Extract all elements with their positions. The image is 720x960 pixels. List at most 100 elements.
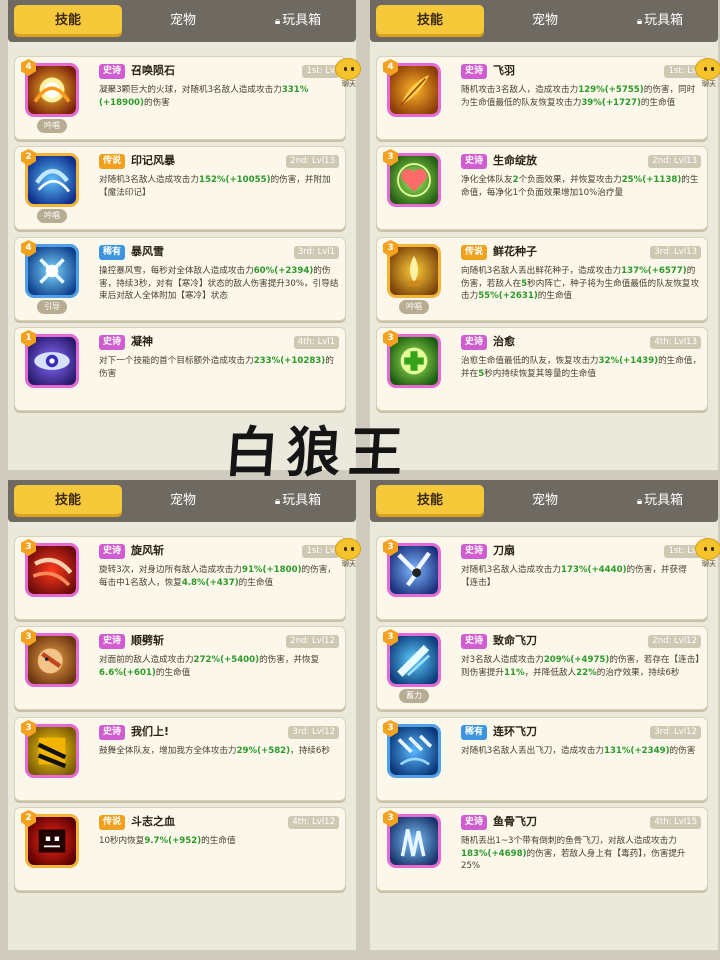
chat-button[interactable]: 聊天 — [335, 58, 361, 88]
tab-pets[interactable]: 宠物 — [490, 485, 600, 517]
tab-pets[interactable]: 宠物 — [128, 5, 238, 37]
skill-name: 鲜花种子 — [493, 245, 537, 258]
stat-value: 91%(+1800) — [241, 565, 302, 575]
stat-value: 25%(+1138) — [621, 175, 682, 185]
skill-name: 召唤陨石 — [131, 64, 175, 77]
stat-value: 39%(+1727) — [581, 97, 641, 108]
rarity-badge: 传说 — [461, 245, 488, 260]
skill-card[interactable]: 3 吟唱 传说 鲜花种子 3rd: Lvl13 向随机3名敌人丢出鲜花种子，造成攻击力13… — [376, 237, 708, 321]
skill-description: 向随机3名敌人丢出鲜花种子，造成攻击力137%(+6577)的伤害，若敌人在5秒… — [461, 265, 703, 303]
description-text: ，持续6秒 — [290, 746, 330, 756]
description-text: 对下一个技能的首个目标额外造成攻击力 — [99, 356, 254, 366]
tab-pets[interactable]: 宠物 — [128, 485, 238, 517]
skill-slot-level: 4th: Lvl13 — [650, 336, 701, 349]
stat-value: 6.6%(+601) — [99, 667, 156, 678]
skill-slot-level: 1st: Lv — [302, 545, 339, 558]
stat-value: 22% — [576, 667, 597, 678]
chat-eye — [704, 67, 707, 71]
skill-card[interactable]: 4 引导 稀有 暴风雪 3rd: Lvl1 操控暴风雪，每秒对全体敌人造成攻击力60%(+… — [14, 237, 346, 321]
skill-description: 对随机3名敌人丢出飞刀，造成攻击力131%(+2349)的伤害 — [461, 745, 703, 758]
tab-toybox[interactable]: 🔒︎ 玩具箱 — [606, 485, 714, 517]
chat-face-icon — [335, 538, 361, 560]
cast-type-tag: 引导 — [37, 300, 67, 314]
skill-card[interactable]: 4 史诗 飞羽 1st: Lv 随机攻击3名敌人，造成攻击力129%(+5755)的伤害… — [376, 56, 708, 140]
chat-button[interactable]: 聊天 — [695, 538, 720, 568]
chat-button[interactable]: 聊天 — [335, 538, 361, 568]
description-text: 的生命值 — [640, 97, 676, 108]
skill-description: 对随机3名敌人造成攻击力173%(+4440)的伤害，并获得【连击】 — [461, 564, 703, 589]
stat-value: 131%(+2349) — [603, 746, 670, 756]
tab-toybox-label: 玩具箱 — [644, 493, 684, 508]
chat-button[interactable]: 聊天 — [695, 58, 720, 88]
description-text: 对随机3名敌人造成攻击力 — [99, 175, 199, 185]
tab-bar: 技能 宠物 🔒︎ 玩具箱 — [370, 480, 718, 522]
skill-card[interactable]: 2 吟唱 传说 印记风暴 2nd: Lvl13 对随机3名敌人造成攻击力152%(+100… — [14, 146, 346, 230]
skill-card[interactable]: 3 史诗 鱼骨飞刀 4th: Lvl15 随机丢出1~3个带有倒刺的鱼骨飞刀，对敌人造成… — [376, 807, 708, 891]
skill-card[interactable]: 3 史诗 旋风斩 1st: Lv 旋转3次，对身边所有敌人造成攻击力91%(+1800)… — [14, 536, 346, 620]
skill-name: 刀扇 — [493, 544, 515, 557]
rarity-badge: 史诗 — [461, 634, 488, 649]
skill-card[interactable]: 3 史诗 我们上! 3rd: Lvl12 鼓舞全体队友，增加我方全体攻击力29%(+58… — [14, 717, 346, 801]
skill-description: 操控暴风雪，每秒对全体敌人造成攻击力60%(+2394)的伤害，持续3秒，对有【… — [99, 265, 341, 303]
tab-skills[interactable]: 技能 — [376, 485, 484, 517]
description-text: 的治疗效果，持续6秒 — [596, 667, 680, 678]
cast-type-tag: 吟唱 — [37, 119, 67, 133]
skill-card[interactable]: 3 史诗 顺劈斩 2nd: Lvl12 对面前的敌人造成攻击力272%(+5400)的伤… — [14, 626, 346, 710]
stat-value: 9.7%(+952) — [144, 836, 202, 846]
skill-card[interactable]: 3 稀有 连环飞刀 3rd: Lvl12 对随机3名敌人丢出飞刀，造成攻击力131%(+… — [376, 717, 708, 801]
tab-toybox-label: 玩具箱 — [644, 13, 684, 28]
tab-skills[interactable]: 技能 — [376, 5, 484, 37]
overlay-title: 白狼王 — [222, 420, 413, 484]
skill-slot-level: 2nd: Lvl13 — [648, 155, 701, 168]
description-text: 随机丢出1~3个带有倒刺的鱼骨飞刀，对敌人造成攻击力 — [461, 836, 677, 846]
stat-value: 152%(+10055) — [199, 175, 271, 185]
description-text: 对随机3名敌人丢出飞刀，造成攻击力 — [461, 746, 604, 756]
skill-description: 鼓舞全体队友，增加我方全体攻击力29%(+582)，持续6秒 — [99, 745, 341, 758]
chat-eye — [344, 547, 347, 551]
lock-icon: 🔒︎ — [274, 16, 281, 27]
skill-card[interactable]: 1 史诗 凝神 4th: Lvl1 对下一个技能的首个目标额外造成攻击力233%(+10… — [14, 327, 346, 411]
description-text: 旋转3次，对身边所有敌人造成攻击力 — [99, 565, 242, 575]
description-text: 对随机3名敌人造成攻击力 — [461, 565, 561, 575]
cast-type-tag: 吟唱 — [399, 300, 429, 314]
tab-toybox[interactable]: 🔒︎ 玩具箱 — [606, 5, 714, 37]
chat-eye — [704, 547, 707, 551]
rarity-badge: 稀有 — [461, 725, 488, 740]
skill-card[interactable]: 3 史诗 生命绽放 2nd: Lvl13 净化全体队友2个负面效果，并恢复攻击力25%(… — [376, 146, 708, 230]
skill-card[interactable]: 3 蓄力 史诗 致命飞刀 2nd: Lvl12 对3名敌人造成攻击力209%(+4975)… — [376, 626, 708, 710]
skill-name: 飞羽 — [493, 64, 515, 77]
rarity-badge: 史诗 — [461, 64, 488, 79]
cast-type-tag: 吟唱 — [37, 209, 67, 223]
description-text: ，并降低敌人 — [524, 667, 577, 678]
skill-name: 顺劈斩 — [131, 634, 164, 647]
description-text: 的生命值 — [155, 667, 191, 678]
skill-description: 随机攻击3名敌人，造成攻击力129%(+5755)的伤害，同时为生命值最低的队友… — [461, 84, 703, 109]
skill-slot-level: 2nd: Lvl13 — [286, 155, 339, 168]
skill-description: 随机丢出1~3个带有倒刺的鱼骨飞刀，对敌人造成攻击力183%(+4698)的伤害… — [461, 835, 703, 873]
skill-card[interactable]: 3 史诗 刀扇 1st: Lv 对随机3名敌人造成攻击力173%(+4440)的伤害，并… — [376, 536, 708, 620]
lock-icon: 🔒︎ — [636, 16, 643, 27]
tab-toybox[interactable]: 🔒︎ 玩具箱 — [244, 5, 352, 37]
description-text: 凝聚3颗巨大的火球，对随机3名敌人造成攻击力 — [99, 85, 282, 95]
skill-card[interactable]: 3 史诗 治愈 4th: Lvl13 治愈生命值最低的队友，恢复攻击力32%(+1439… — [376, 327, 708, 411]
stat-value: 272%(+5400) — [193, 655, 260, 665]
skill-name: 生命绽放 — [493, 154, 537, 167]
skill-card[interactable]: 2 传说 斗志之血 4th: Lvl12 10秒内恢复9.7%(+952)的生命值 — [14, 807, 346, 891]
stat-value: 55%(+2631) — [478, 291, 538, 301]
description-text: 对3名敌人造成攻击力 — [461, 655, 544, 665]
tab-skills[interactable]: 技能 — [14, 485, 122, 517]
rarity-badge: 稀有 — [99, 245, 126, 260]
skill-slot-level: 2nd: Lvl12 — [286, 635, 339, 648]
skill-card[interactable]: 4 吟唱 史诗 召唤陨石 1st: Lv 凝聚3颗巨大的火球，对随机3名敌人造成攻击力33… — [14, 56, 346, 140]
description-text: 个负面效果，并恢复攻击力 — [518, 175, 622, 185]
stat-value: 00) — [128, 97, 144, 108]
skill-name: 致命飞刀 — [493, 634, 537, 647]
description-text: 治愈生命值最低的队友，恢复攻击力 — [461, 356, 599, 366]
tab-skills[interactable]: 技能 — [14, 5, 122, 37]
rarity-badge: 传说 — [99, 154, 126, 169]
tab-pets[interactable]: 宠物 — [490, 5, 600, 37]
tab-toybox[interactable]: 🔒︎ 玩具箱 — [244, 485, 352, 517]
stat-value: 173%(+4440) — [561, 565, 627, 575]
skill-description: 对随机3名敌人造成攻击力152%(+10055)的伤害，并附加【魔法印记】 — [99, 174, 341, 199]
skill-name: 连环飞刀 — [493, 725, 537, 738]
